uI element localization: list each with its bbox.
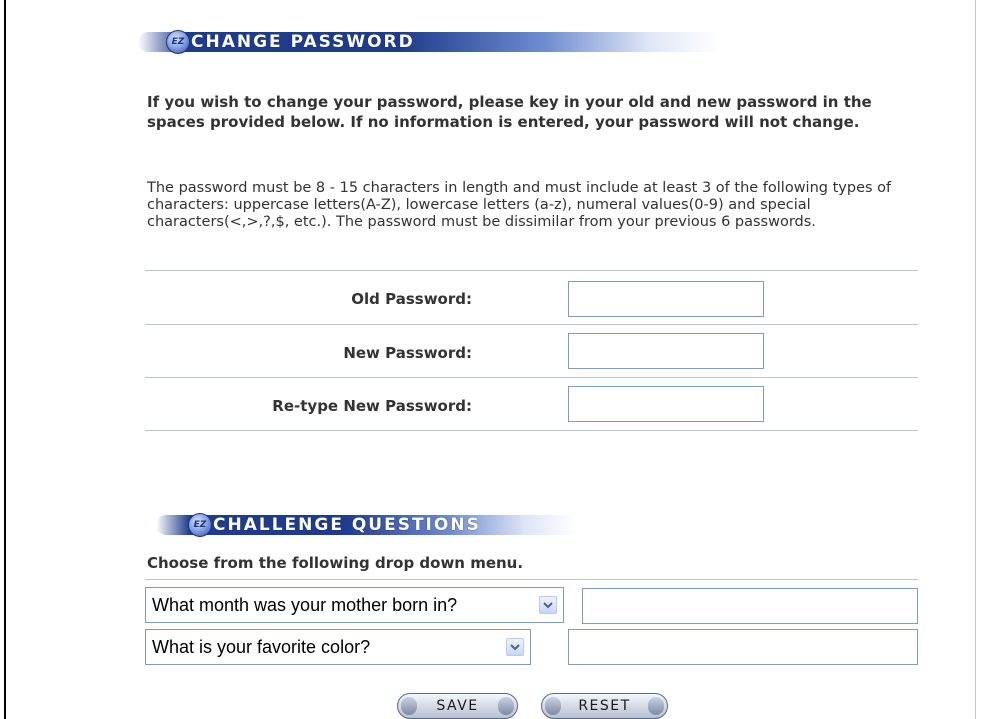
- divider: [145, 430, 918, 431]
- challenge-questions-title: CHALLENGE QUESTIONS: [213, 515, 481, 535]
- chevron-down-icon[interactable]: [506, 638, 524, 656]
- change-password-header: EZ CHANGE PASSWORD: [138, 30, 718, 54]
- reset-button[interactable]: RESET: [541, 693, 668, 719]
- password-requirements: The password must be 8 - 15 characters i…: [147, 180, 892, 230]
- new-password-label: New Password:: [343, 344, 472, 362]
- change-password-title: CHANGE PASSWORD: [191, 32, 415, 52]
- save-button[interactable]: SAVE: [397, 693, 518, 719]
- retype-password-input[interactable]: [568, 386, 764, 422]
- chevron-down-icon[interactable]: [539, 596, 557, 614]
- retype-password-label: Re-type New Password:: [272, 397, 472, 415]
- ez-logo-icon: EZ: [166, 30, 190, 54]
- divider: [145, 270, 918, 271]
- new-password-input[interactable]: [568, 333, 764, 369]
- question-1-select[interactable]: What month was your mother born in?: [145, 587, 564, 623]
- question-2-answer-input[interactable]: [568, 629, 918, 665]
- page-right-edge: [975, 0, 976, 719]
- window-left-border: [0, 0, 6, 719]
- ez-logo-icon: EZ: [188, 513, 212, 537]
- save-button-label: SAVE: [436, 698, 479, 714]
- challenge-instruction: Choose from the following drop down menu…: [147, 554, 524, 572]
- question-1-answer-input[interactable]: [582, 588, 918, 624]
- divider: [145, 324, 918, 325]
- question-2-select[interactable]: What is your favorite color?: [145, 629, 531, 665]
- change-password-intro: If you wish to change your password, ple…: [147, 93, 872, 131]
- old-password-label: Old Password:: [351, 290, 472, 308]
- divider: [145, 377, 918, 378]
- question-2-selected: What is your favorite color?: [152, 636, 371, 657]
- divider: [145, 579, 918, 580]
- reset-button-label: RESET: [578, 698, 631, 714]
- old-password-input[interactable]: [568, 281, 764, 317]
- question-1-selected: What month was your mother born in?: [152, 594, 458, 615]
- challenge-questions-header: EZ CHALLENGE QUESTIONS: [156, 513, 576, 537]
